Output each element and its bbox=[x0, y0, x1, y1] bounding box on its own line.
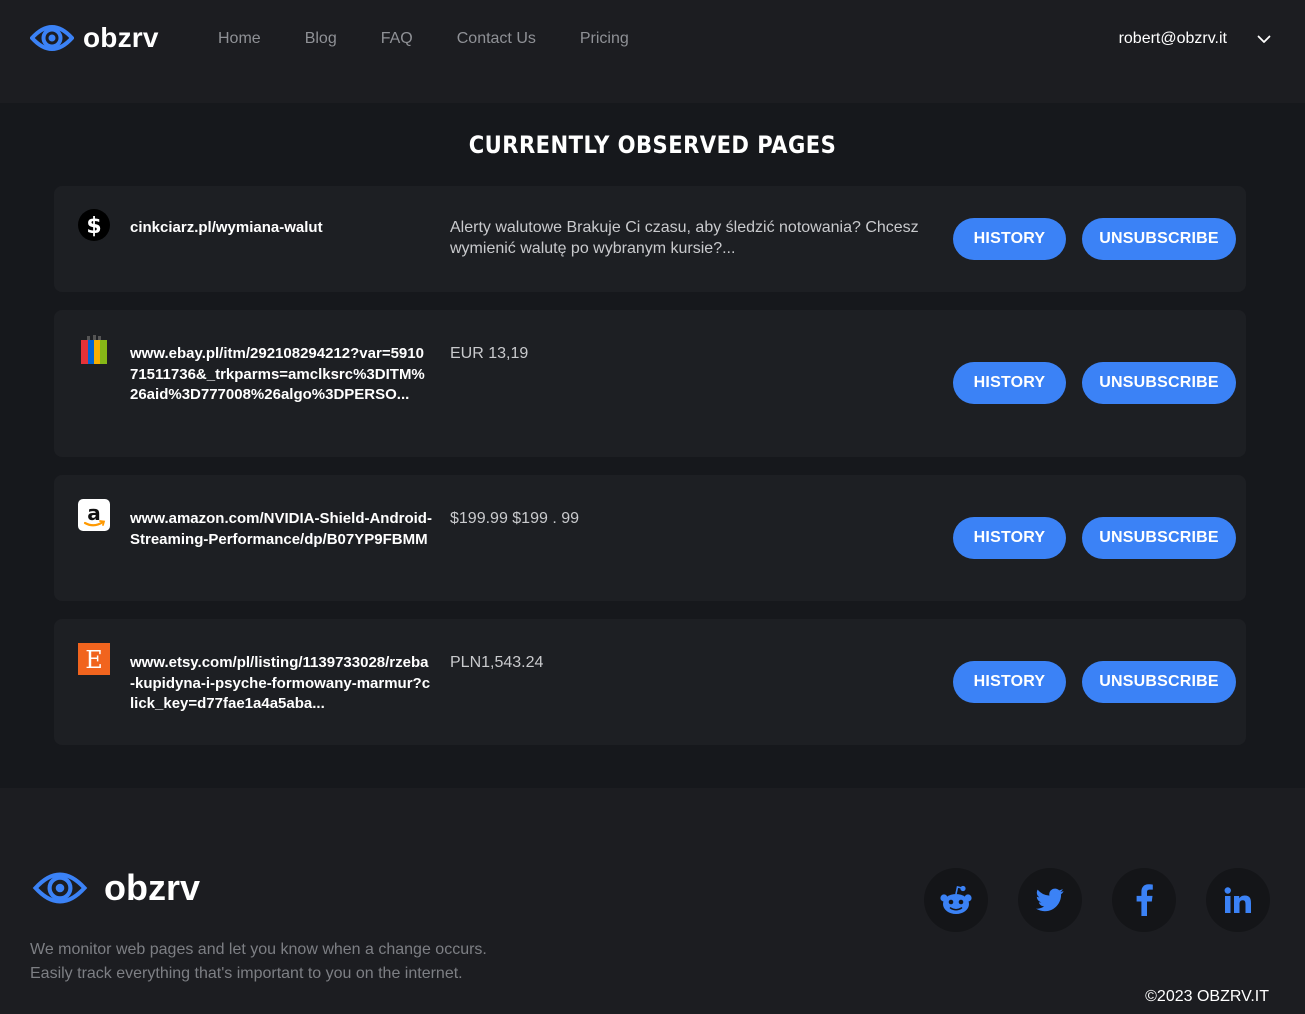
eye-logo-icon bbox=[32, 872, 88, 904]
page-url[interactable]: www.ebay.pl/itm/292108294212?var=5910715… bbox=[130, 344, 432, 406]
linkedin-link[interactable] bbox=[1206, 868, 1270, 932]
nav-home[interactable]: Home bbox=[218, 29, 261, 49]
chevron-down-icon bbox=[1257, 35, 1271, 43]
observed-page-card: www.ebay.pl/itm/292108294212?var=5910715… bbox=[54, 310, 1246, 457]
page-content: PLN1,543.24 bbox=[450, 654, 544, 671]
ebay-icon bbox=[81, 335, 107, 364]
page-title: CURRENTLY OBSERVED PAGES bbox=[468, 131, 837, 159]
nav-blog[interactable]: Blog bbox=[305, 29, 337, 49]
user-email: robert@obzrv.it bbox=[1118, 30, 1227, 47]
tagline-line: We monitor web pages and let you know wh… bbox=[30, 941, 487, 958]
page-content: Alerty walutowe Brakuje Ci czasu, aby śl… bbox=[450, 219, 919, 257]
user-menu[interactable]: robert@obzrv.it bbox=[1119, 29, 1271, 49]
linkedin-icon bbox=[1224, 887, 1251, 913]
nav-contact-us[interactable]: Contact Us bbox=[457, 29, 536, 49]
page-content: EUR 13,19 bbox=[450, 345, 529, 362]
twitter-icon bbox=[1036, 888, 1064, 912]
unsubscribe-button[interactable]: UNSUBSCRIBE bbox=[1082, 661, 1236, 703]
facebook-icon bbox=[1136, 884, 1153, 916]
etsy-icon: E bbox=[78, 643, 110, 675]
history-button[interactable]: HISTORY bbox=[953, 661, 1066, 703]
unsubscribe-button[interactable]: UNSUBSCRIBE bbox=[1082, 517, 1236, 559]
main-content: CURRENTLY OBSERVED PAGES $ cinkciarz.pl/… bbox=[0, 103, 1305, 788]
footer-logo[interactable]: obzrv bbox=[30, 866, 200, 910]
main-nav: Home Blog FAQ Contact Us Pricing bbox=[218, 29, 673, 49]
facebook-link[interactable] bbox=[1112, 868, 1176, 932]
history-button[interactable]: HISTORY bbox=[953, 362, 1066, 404]
observed-page-card: E www.etsy.com/pl/listing/1139733028/rze… bbox=[54, 619, 1246, 745]
page-url[interactable]: cinkciarz.pl/wymiana-walut bbox=[130, 218, 432, 239]
observed-page-card: a www.amazon.com/NVIDIA-Shield-Android-S… bbox=[54, 475, 1246, 601]
nav-pricing[interactable]: Pricing bbox=[580, 29, 629, 49]
dollar-icon: $ bbox=[78, 209, 110, 241]
footer-logo-text: obzrv bbox=[104, 867, 201, 908]
history-button[interactable]: HISTORY bbox=[953, 218, 1066, 260]
page-url[interactable]: www.amazon.com/NVIDIA-Shield-Android-Str… bbox=[130, 509, 432, 550]
amazon-icon: a bbox=[78, 499, 110, 531]
copyright: ©2023 OBZRV.IT bbox=[1145, 988, 1269, 1005]
header-logo[interactable]: obzrv bbox=[30, 20, 159, 56]
page-content: $199.99 $199 . 99 bbox=[450, 510, 580, 527]
eye-logo-icon bbox=[30, 25, 74, 51]
page-url[interactable]: www.etsy.com/pl/listing/1139733028/rzeba… bbox=[130, 653, 432, 715]
top-navbar: obzrv Home Blog FAQ Contact Us Pricing r… bbox=[0, 0, 1305, 103]
footer-tagline: We monitor web pages and let you know wh… bbox=[30, 938, 487, 986]
twitter-link[interactable] bbox=[1018, 868, 1082, 932]
reddit-icon bbox=[940, 885, 972, 914]
reddit-link[interactable] bbox=[924, 868, 988, 932]
social-links bbox=[924, 868, 1270, 932]
svg-text:$: $ bbox=[86, 214, 101, 239]
footer: obzrv We monitor web pages and let you k… bbox=[0, 788, 1305, 1014]
unsubscribe-button[interactable]: UNSUBSCRIBE bbox=[1082, 218, 1236, 260]
tagline-line: Easily track everything that's important… bbox=[30, 965, 463, 982]
unsubscribe-button[interactable]: UNSUBSCRIBE bbox=[1082, 362, 1236, 404]
nav-faq[interactable]: FAQ bbox=[381, 29, 413, 49]
svg-text:a: a bbox=[87, 501, 101, 525]
logo-text: obzrv bbox=[83, 22, 159, 53]
observed-page-card: $ cinkciarz.pl/wymiana-walut Alerty walu… bbox=[54, 186, 1246, 292]
history-button[interactable]: HISTORY bbox=[953, 517, 1066, 559]
svg-text:E: E bbox=[85, 646, 103, 674]
